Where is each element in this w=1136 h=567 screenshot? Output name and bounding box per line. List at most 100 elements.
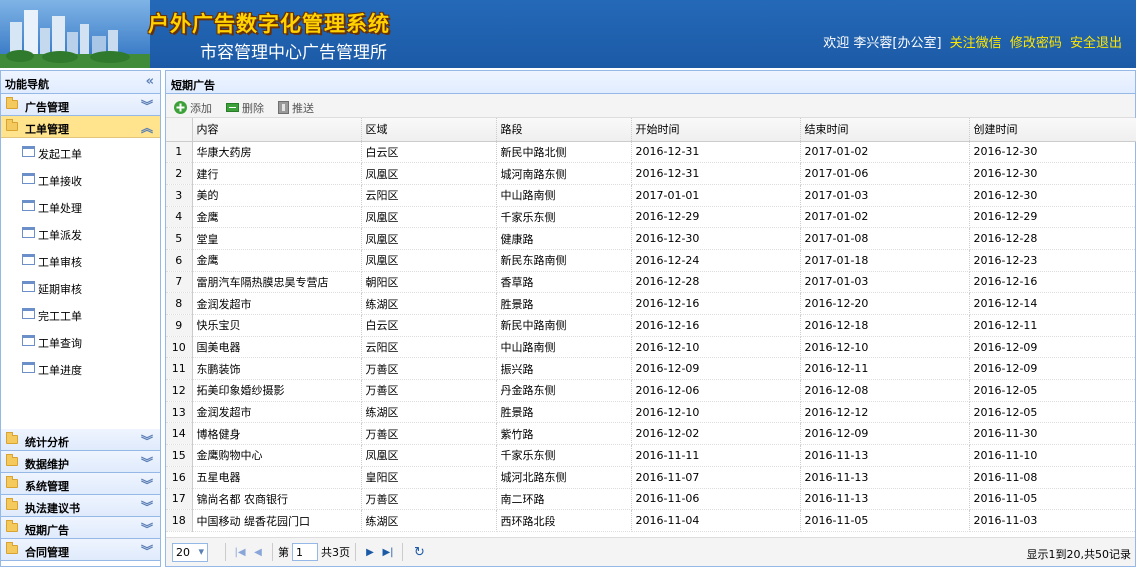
nav-group-statistics[interactable]: 统计分析 ︾ [1,429,160,451]
nav-group-contract-management[interactable]: 合同管理 ︾ [1,539,160,561]
cell-district: 凤凰区 [361,206,497,229]
table-row[interactable]: 11 东鹏装饰 万善区 振兴路 2016-12-09 2016-12-11 2016-12-… [166,357,1136,381]
panel-title: 短期广告 [166,71,1135,94]
cell-road: 中山路南侧 [496,336,632,359]
cell-created-time: 2016-12-30 [969,141,1136,164]
cell-created-time: 2016-12-09 [969,357,1136,381]
cell-district: 白云区 [361,141,497,164]
cell-road: 城河北路东侧 [496,466,632,489]
document-icon [22,146,35,157]
page-number-input[interactable]: 1 [292,543,318,561]
table-row[interactable]: 17 锦尚名都 农商银行 万善区 南二环路 2016-11-06 2016-11-13 20… [166,488,1136,511]
table-row[interactable]: 1 华康大药房 白云区 新民中路北侧 2016-12-31 2017-01-02 2016-… [166,141,1136,164]
nav-group-system-management[interactable]: 系统管理 ︾ [1,473,160,495]
cell-end-time: 2016-12-09 [800,422,970,446]
cell-start-time: 2017-01-01 [631,184,801,207]
cell-road: 中山路南侧 [496,184,632,207]
nav-group-short-term-ads[interactable]: 短期广告 ︾ [1,517,160,539]
cell-end-time: 2016-11-13 [800,466,970,489]
nav-item-process-workorder[interactable]: 工单处理 [1,192,160,219]
document-icon [22,173,35,184]
cell-content: 锦尚名都 农商银行 [192,488,362,511]
table-row[interactable]: 14 博格健身 万善区 紫竹路 2016-12-02 2016-12-09 2016-11-… [166,422,1136,446]
logout-link[interactable]: 安全退出 [1070,36,1122,51]
table-row[interactable]: 3 美的 云阳区 中山路南侧 2017-01-01 2017-01-03 2016-12-3… [166,184,1136,207]
table-row[interactable]: 2 建行 凤凰区 城河南路东侧 2016-12-31 2017-01-06 2016-12-… [166,162,1136,185]
table-row[interactable]: 5 堂皇 凤凰区 健康路 2016-12-30 2017-01-08 2016-12-28 [166,227,1136,250]
table-row[interactable]: 4 金鹰 凤凰区 千家乐东侧 2016-12-29 2017-01-02 2016-12-2… [166,206,1136,229]
row-number: 12 [166,379,193,402]
nav-item-workorder-progress[interactable]: 工单进度 [1,354,160,381]
nav-group-enforcement-advice[interactable]: 执法建议书 ︾ [1,495,160,517]
column-header-created-time[interactable]: 创建时间 [969,118,1136,142]
page-size-select[interactable]: 20 [172,542,208,562]
nav-group-data-maintenance[interactable]: 数据维护 ︾ [1,451,160,473]
column-header-district[interactable]: 区域 [361,118,497,142]
change-password-link[interactable]: 修改密码 [1010,36,1062,51]
last-page-icon[interactable]: ▶| [379,547,397,558]
row-number: 18 [166,509,193,532]
sidebar-title: 功能导航 [5,78,49,91]
collapse-sidebar-icon[interactable]: « [146,74,154,89]
add-button[interactable]: 添加 [171,98,215,117]
cell-created-time: 2016-12-16 [969,271,1136,294]
cell-content: 堂皇 [192,227,362,250]
cell-district: 练湖区 [361,292,497,315]
table-row[interactable]: 16 五星电器 皇阳区 城河北路东侧 2016-11-07 2016-11-13 2016-… [166,466,1136,489]
cell-district: 万善区 [361,357,497,381]
nav-item-receive-workorder[interactable]: 工单接收 [1,165,160,192]
row-number: 8 [166,292,193,315]
cell-created-time: 2016-12-11 [969,314,1136,337]
first-page-icon[interactable]: |◀ [231,547,249,558]
cell-content: 拓美印象婚纱摄影 [192,379,362,402]
cell-created-time: 2016-12-28 [969,227,1136,250]
cell-district: 万善区 [361,488,497,511]
table-row[interactable]: 12 拓美印象婚纱摄影 万善区 丹金路东侧 2016-12-06 2016-12-08 20… [166,379,1136,402]
table-row[interactable]: 6 金鹰 凤凰区 新民东路南侧 2016-12-24 2017-01-18 2016-12-… [166,249,1136,272]
column-header-start-time[interactable]: 开始时间 [631,118,801,142]
nav-group-label: 数据维护 [25,458,69,471]
row-number: 4 [166,206,193,229]
app-subtitle: 市容管理中心广告管理所 [200,43,387,63]
nav-item-create-workorder[interactable]: 发起工单 [1,138,160,165]
cell-created-time: 2016-12-30 [969,162,1136,185]
table-row[interactable]: 15 金鹰购物中心 凤凰区 千家乐东侧 2016-11-11 2016-11-13 2016… [166,444,1136,467]
table-row[interactable]: 7 雷朋汽车隔热膜忠昊专营店 朝阳区 香草路 2016-12-28 2017-01-03 2… [166,271,1136,294]
table-row[interactable]: 10 国美电器 云阳区 中山路南侧 2016-12-10 2016-12-10 2016-1… [166,336,1136,359]
cell-start-time: 2016-12-10 [631,401,801,424]
document-icon [22,308,35,319]
delete-button[interactable]: 删除 [223,98,267,117]
column-header-end-time[interactable]: 结束时间 [800,118,970,142]
cell-created-time: 2016-11-08 [969,466,1136,489]
refresh-icon[interactable]: ↻ [414,545,425,560]
cell-district: 皇阳区 [361,466,497,489]
table-row[interactable]: 18 中国移动 缇香花园门口 练湖区 西环路北段 2016-11-04 2016-11-0… [166,509,1136,532]
row-number: 14 [166,422,193,446]
nav-item-dispatch-workorder[interactable]: 工单派发 [1,219,160,246]
nav-group-ad-management[interactable]: 广告管理 ︾ [1,94,160,116]
next-page-icon[interactable]: ▶ [361,547,379,558]
nav-item-extension-review[interactable]: 延期审核 [1,273,160,300]
nav-item-query-workorder[interactable]: 工单查询 [1,327,160,354]
table-row[interactable]: 13 金润发超市 练湖区 胜景路 2016-12-10 2016-12-12 2016-12… [166,401,1136,424]
follow-wechat-link[interactable]: 关注微信 [950,36,1002,51]
row-number: 6 [166,249,193,272]
main-panel: 短期广告 添加 删除 推送 内容 区域 路段 开始时间 结束时间 创建时间 1华… [165,70,1136,567]
column-header-road[interactable]: 路段 [496,118,632,142]
column-header-content[interactable]: 内容 [192,118,362,142]
folder-icon [6,498,18,510]
nav-item-completed-workorder[interactable]: 完工工单 [1,300,160,327]
nav-group-workorder-management[interactable]: 工单管理 ︽ [1,116,160,138]
chevron-down-icon: ︾ [140,500,153,514]
chevron-down-icon: ︾ [140,544,153,558]
table-row[interactable]: 9 快乐宝贝 白云区 新民中路南侧 2016-12-16 2016-12-18 2016-1… [166,314,1136,337]
document-icon [22,335,35,346]
nav-item-review-workorder[interactable]: 工单审核 [1,246,160,273]
row-number: 9 [166,314,193,337]
cell-district: 凤凰区 [361,227,497,250]
chevron-down-icon: ︾ [140,434,153,448]
push-button[interactable]: 推送 [275,98,317,117]
prev-page-icon[interactable]: ◀ [249,547,267,558]
cell-content: 华康大药房 [192,141,362,164]
table-row[interactable]: 8 金润发超市 练湖区 胜景路 2016-12-16 2016-12-20 2016-12-… [166,292,1136,315]
